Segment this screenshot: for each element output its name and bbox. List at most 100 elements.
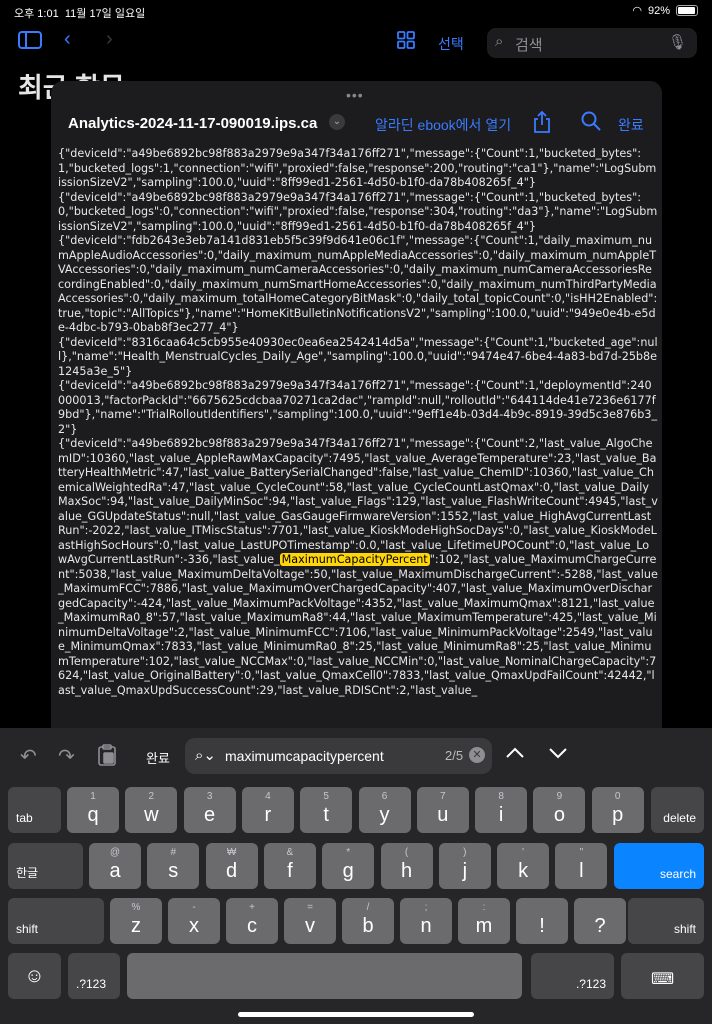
next-match-chevron-down-icon[interactable] [548, 742, 568, 765]
previous-match-chevron-up-icon[interactable] [505, 742, 525, 765]
quick-look-sheet: ••• Analytics-2024-11-17-090019.ips.ca ⌄… [51, 81, 662, 781]
shift-key-right[interactable]: shift [628, 898, 704, 944]
find-accessory-bar: ↶ ↷ 완료 ⌕⌄ maximumcapacitypercent 2/5 ✕ [0, 728, 712, 786]
key-secondary-label: 8 [498, 791, 504, 802]
status-time: 오후 1:01 11월 17일 일요일 [14, 8, 146, 20]
key-label: d [226, 860, 238, 882]
back-chevron-icon[interactable]: ‹ [64, 28, 71, 51]
done-button[interactable]: 완료 [618, 115, 644, 135]
log-entry: {"deviceId":"a49be6892bc98f883a2979e9a34… [58, 379, 658, 436]
search-key[interactable]: search [614, 843, 704, 889]
key-r[interactable]: 4r [241, 787, 294, 833]
key-label: ? [594, 915, 606, 937]
home-indicator[interactable] [238, 1012, 474, 1017]
key-secondary-label: " [579, 847, 584, 858]
key-g[interactable]: * g [322, 843, 375, 889]
wifi-icon: ◠ [632, 5, 642, 17]
key-label: w [144, 804, 159, 826]
battery-percent: 92% [647, 4, 670, 17]
undo-icon[interactable]: ↶ [20, 744, 37, 769]
key-m[interactable]: :m [458, 898, 510, 944]
paste-icon[interactable] [98, 744, 116, 772]
key-secondary-label: 7 [440, 791, 446, 802]
space-key[interactable] [127, 953, 522, 999]
find-input[interactable]: ⌕⌄ maximumcapacitypercent 2/5 ✕ [185, 738, 492, 774]
key-o[interactable]: 9o [533, 787, 586, 833]
log-entry: {"deviceId":"fdb2643e3eb7a141d831eb5f5c3… [58, 234, 658, 334]
key-secondary-label: * [346, 847, 351, 858]
key-l[interactable]: " l [555, 843, 608, 889]
redo-icon[interactable]: ↷ [58, 744, 75, 769]
key-d[interactable]: ₩ d [205, 843, 258, 889]
language-key[interactable]: 한글 [8, 843, 83, 889]
key-label: t [323, 804, 329, 826]
key-z[interactable]: % z [110, 898, 162, 944]
key-secondary-label: ) [463, 847, 467, 858]
key-n[interactable]: ; n [400, 898, 452, 944]
key-i[interactable]: 8i [475, 787, 528, 833]
key-h[interactable]: (h [380, 843, 433, 889]
keyboard-dismiss-key[interactable]: ⌨ [621, 953, 704, 999]
key-label: m [475, 915, 493, 937]
key-f[interactable]: & f [263, 843, 316, 889]
forward-chevron-icon[interactable]: › [106, 28, 113, 51]
key-q[interactable]: 1q [67, 787, 119, 833]
key-label: j [462, 860, 468, 882]
file-name[interactable]: Analytics-2024-11-17-090019.ips.ca [68, 115, 317, 132]
key-y[interactable]: 6y [358, 787, 411, 833]
search-options-icon[interactable]: ⌕⌄ [195, 746, 216, 764]
background-search-field[interactable]: ⌕ 검색 🎙 [487, 28, 697, 58]
key-x[interactable]: -x [168, 898, 220, 944]
open-in-app-button[interactable]: 알라딘 ebook에서 열기 [375, 115, 511, 135]
key-v[interactable]: = v [284, 898, 336, 944]
key-label: u [437, 804, 449, 826]
select-button[interactable]: 선택 [438, 34, 464, 54]
key-j[interactable]: ) j [438, 843, 491, 889]
emoji-icon: ☺ [24, 965, 45, 987]
key-secondary-label: ; [424, 902, 428, 913]
key-secondary-label: : [482, 902, 486, 913]
emoji-key[interactable]: ☺ [8, 953, 61, 999]
key-secondary-label: 6 [381, 791, 388, 802]
key-k[interactable]: ' k [497, 843, 550, 889]
share-icon[interactable] [533, 110, 551, 138]
key-a[interactable]: @ a [89, 843, 141, 889]
clear-icon[interactable]: ✕ [469, 747, 485, 763]
key-b[interactable]: / b [342, 898, 394, 944]
chevron-down-icon[interactable]: ⌄ [329, 114, 345, 130]
key-secondary-label: & [286, 847, 294, 858]
numbers-key-right[interactable]: .?123 [531, 953, 614, 999]
key-secondary-label: % [131, 902, 141, 913]
key-secondary-label: ( [404, 847, 409, 858]
key-label: i [498, 804, 504, 826]
key-t[interactable]: 5t [300, 787, 353, 833]
search-icon: ⌕ [495, 33, 504, 50]
key-c[interactable]: + c [226, 898, 278, 944]
battery-icon [676, 5, 698, 16]
key-label: g [342, 860, 354, 882]
find-done-button[interactable]: 완료 [146, 748, 170, 767]
tab-key[interactable]: tab [8, 787, 61, 833]
key-secondary-label: + [249, 902, 255, 913]
key-secondary-label: ₩ [226, 847, 237, 858]
key-?[interactable]: ? [574, 898, 626, 944]
search-icon[interactable] [581, 111, 601, 137]
delete-key[interactable]: delete [651, 787, 704, 833]
key-e[interactable]: 3e [183, 787, 236, 833]
grid-view-icon[interactable] [397, 31, 415, 55]
key-secondary-label: / [366, 902, 370, 913]
key-p[interactable]: 0p [591, 787, 644, 833]
key-label: p [612, 804, 624, 826]
log-entry: {"deviceId":"8316caa64c5cb955e40930ec0ea… [58, 335, 658, 378]
key-w[interactable]: 2w [125, 787, 178, 833]
key-secondary-label: = [307, 902, 313, 913]
key-s[interactable]: # s [147, 843, 200, 889]
numbers-key-left[interactable]: .?123 [68, 953, 120, 999]
key-u[interactable]: 7u [416, 787, 469, 833]
key-![interactable]: ! [516, 898, 568, 944]
sidebar-icon[interactable] [18, 30, 42, 56]
microphone-icon[interactable]: 🎙 [668, 33, 687, 51]
key-secondary-label: ' [522, 847, 525, 858]
shift-key-left[interactable]: shift [8, 898, 104, 944]
sheet-header: Analytics-2024-11-17-090019.ips.ca ⌄ 알라딘… [51, 101, 662, 143]
